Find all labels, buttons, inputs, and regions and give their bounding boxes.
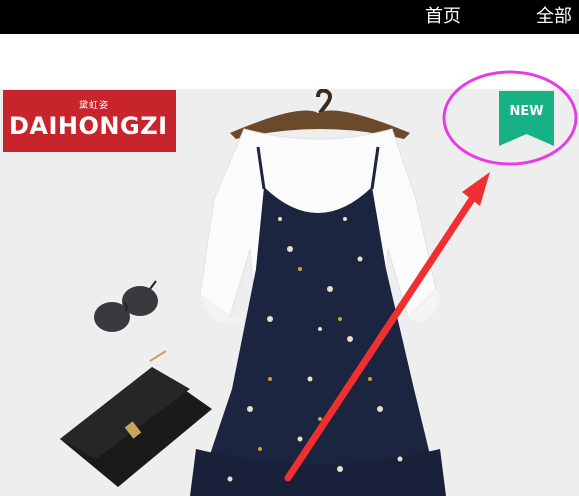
nav-home-link[interactable]: 首页 <box>425 5 461 29</box>
black-clutch <box>60 350 212 487</box>
hanger-hook <box>316 89 332 115</box>
brand-logo: 黛虹姿 DAIHONGZI <box>3 90 176 152</box>
nav-all-link[interactable]: 全部 <box>536 5 572 29</box>
new-badge-label: NEW <box>509 104 544 119</box>
top-nav-bar: 首页 全部 <box>0 0 579 34</box>
brand-name: DAIHONGZI <box>9 112 168 140</box>
sunglasses <box>94 280 158 332</box>
brand-chinese-name: 黛虹姿 <box>79 101 110 111</box>
new-badge: NEW <box>499 91 554 146</box>
